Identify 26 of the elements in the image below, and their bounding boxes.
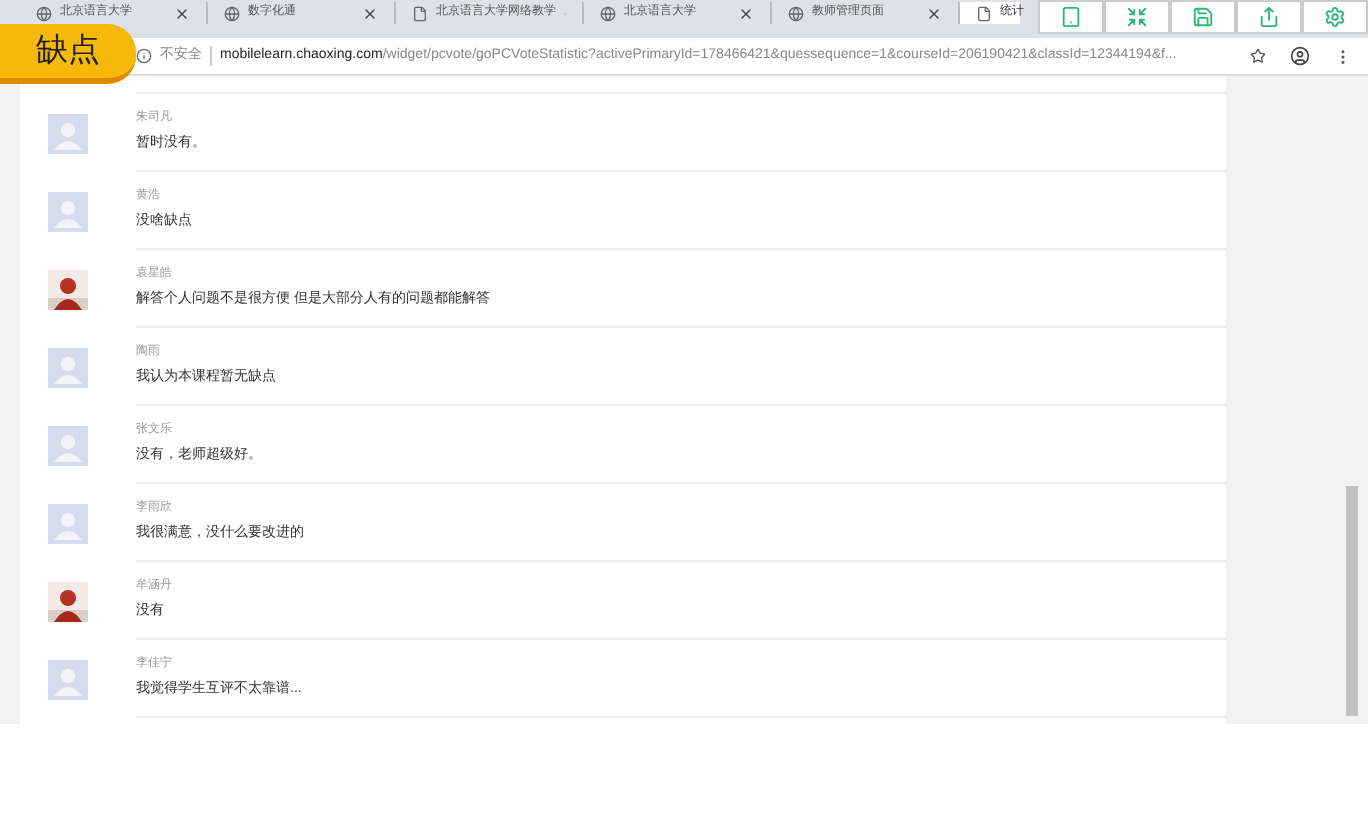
save-icon: [1192, 6, 1214, 28]
expand-icon: [1126, 6, 1148, 28]
profile-icon[interactable]: [1290, 46, 1310, 66]
scrollbar-thumb[interactable]: [1346, 486, 1358, 716]
avatar-icon: [48, 347, 88, 387]
toolbar-button[interactable]: [1038, 0, 1104, 34]
toolbar-button[interactable]: [1104, 0, 1170, 34]
globe-icon: [600, 5, 616, 21]
page-icon: [412, 5, 428, 21]
avatar-icon: [48, 191, 88, 231]
avatar-icon: [48, 503, 88, 543]
avatar-icon: [48, 425, 88, 465]
globe-icon: [224, 5, 240, 21]
toolbar-button[interactable]: [1170, 0, 1236, 34]
settings-icon: [1324, 6, 1346, 28]
badge: 缺点: [0, 24, 136, 84]
avatar-icon: [48, 113, 88, 153]
share-icon: [1258, 6, 1280, 28]
tablet-icon: [1060, 6, 1082, 28]
globe-icon: [788, 5, 804, 21]
info-icon: [136, 48, 152, 64]
avatar-icon: [48, 659, 88, 699]
star-icon[interactable]: [1250, 48, 1266, 64]
toolbar-button[interactable]: [1302, 0, 1368, 34]
page-icon: [976, 5, 992, 21]
globe-icon: [36, 5, 52, 21]
